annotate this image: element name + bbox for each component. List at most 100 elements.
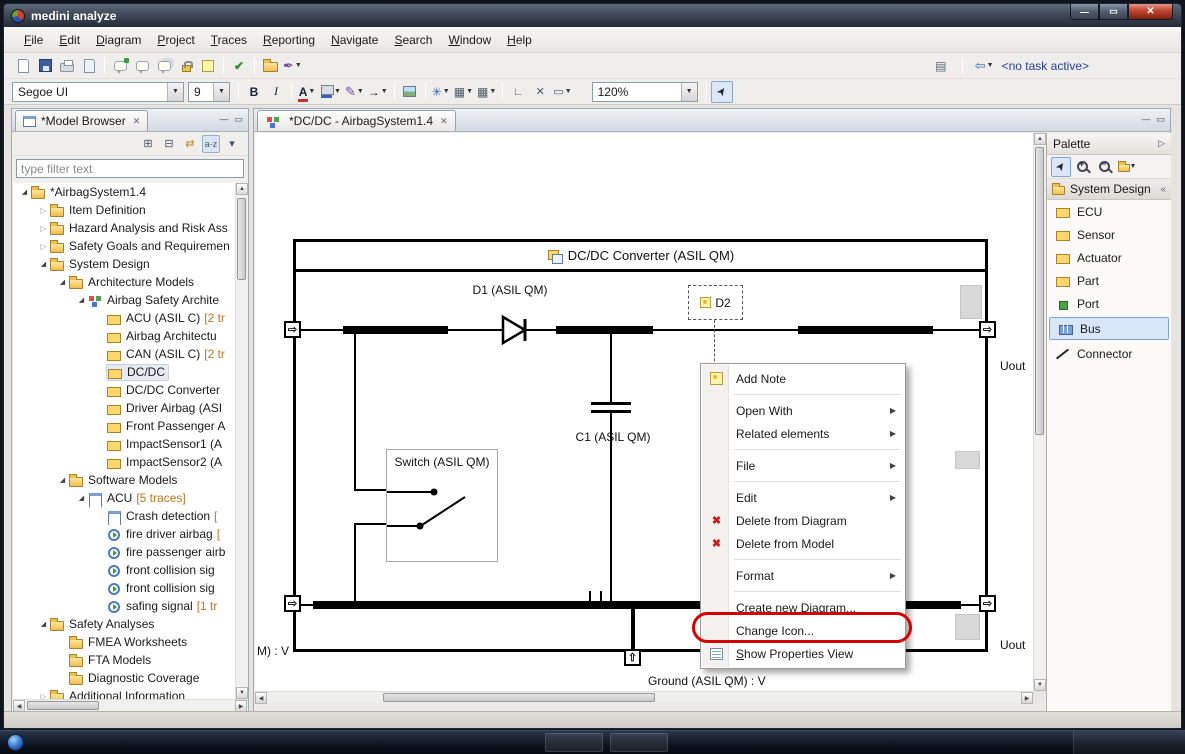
snap-button[interactable]: ▦▼ <box>452 81 475 103</box>
expand-icon[interactable]: ◢ <box>57 476 68 484</box>
tree-item-system-design[interactable]: ◢System Design <box>13 255 235 273</box>
maximize-button[interactable]: ▭ <box>1099 4 1128 20</box>
scroll-right-button[interactable]: ▶ <box>1021 692 1033 704</box>
diagram-canvas[interactable]: DC/DC Converter (ASIL QM) D1 (ASIL QM) D… <box>255 133 1033 691</box>
menu-help[interactable]: Help <box>499 29 540 51</box>
menu-item-related-elements[interactable]: Related elements ▶ <box>702 422 904 445</box>
dropdown-arrow-icon[interactable]: ▼ <box>308 88 315 95</box>
sort-button[interactable]: a-z <box>202 135 220 153</box>
font-color-button[interactable]: A▼ <box>296 81 318 103</box>
more-tools-dropdown[interactable]: ▼ <box>1117 157 1137 177</box>
palette-item-port[interactable]: Port <box>1047 292 1171 315</box>
minimize-view-button[interactable]: — <box>219 114 228 125</box>
tree-item-additional-information[interactable]: ▷Additional Information <box>13 687 235 699</box>
menu-diagram[interactable]: Diagram <box>88 29 149 51</box>
flyout-arrow-icon[interactable]: ▷ <box>1158 138 1165 149</box>
canvas-vertical-scrollbar[interactable]: ▲ ▼ <box>1033 133 1045 691</box>
italic-button[interactable]: I <box>265 81 287 103</box>
print-button[interactable] <box>56 55 78 77</box>
tree-item-impactsensor1[interactable]: ImpactSensor1 (A <box>13 435 235 453</box>
scroll-thumb[interactable] <box>237 198 246 280</box>
menu-item-edit[interactable]: Edit ▶ <box>702 486 904 509</box>
menu-file[interactable]: File <box>16 29 51 51</box>
tree-item-safing-signal[interactable]: safing signal[1 tr <box>13 597 235 615</box>
tree-item-fmea-worksheets[interactable]: FMEA Worksheets <box>13 633 235 651</box>
output-port-bottom[interactable]: ⇨ <box>979 595 996 612</box>
tree-item-front-passenger[interactable]: Front Passenger A <box>13 417 235 435</box>
scroll-down-button[interactable]: ▼ <box>1034 679 1046 691</box>
comment-button[interactable] <box>131 55 153 77</box>
link-with-editor-button[interactable]: ⇄ <box>181 135 199 153</box>
dropdown-arrow-icon[interactable]: ▼ <box>987 62 994 69</box>
menu-item-file[interactable]: File ▶ <box>702 454 904 477</box>
zoom-in-tool[interactable]: + <box>1073 157 1093 177</box>
route-corner-button[interactable]: ∟ <box>507 81 529 103</box>
select-tool[interactable]: ➤ <box>1051 157 1071 177</box>
task-repository-button[interactable]: ▤ <box>930 55 952 77</box>
menu-item-delete-from-diagram[interactable]: ✖ Delete from Diagram <box>702 509 904 532</box>
expand-icon[interactable]: ◢ <box>76 494 87 502</box>
font-family-combo[interactable]: Segoe UI ▼ <box>12 82 184 102</box>
zoom-combo[interactable]: 120% ▼ <box>592 82 698 102</box>
tree-item-airbag-architecture[interactable]: Airbag Architectu <box>13 327 235 345</box>
tree-horizontal-scrollbar[interactable]: ◀ ▶ <box>13 699 247 711</box>
scroll-thumb[interactable] <box>1035 147 1044 435</box>
zoom-out-tool[interactable]: − <box>1095 157 1115 177</box>
collapse-icon[interactable]: ▷ <box>38 242 49 251</box>
tree-item-can[interactable]: CAN (ASIL C)[2 tr <box>13 345 235 363</box>
open-button[interactable] <box>259 55 281 77</box>
diode-d1[interactable] <box>495 313 537 347</box>
section-pin-icon[interactable]: « <box>1160 184 1166 195</box>
bus-bar[interactable] <box>798 326 933 334</box>
scroll-left-button[interactable]: ◀ <box>255 692 267 704</box>
menu-window[interactable]: Window <box>440 29 499 51</box>
grid-button[interactable]: ▦▼ <box>475 81 498 103</box>
tree-item-diagnostic-coverage[interactable]: Diagnostic Coverage <box>13 669 235 687</box>
scroll-up-button[interactable]: ▲ <box>236 183 248 195</box>
menu-item-show-properties-view[interactable]: Show Properties View <box>702 642 904 665</box>
dropdown-arrow-icon[interactable]: ▼ <box>1130 163 1137 170</box>
dc-converter-header[interactable]: DC/DC Converter (ASIL QM) <box>293 239 988 272</box>
compartment-button[interactable]: ▭▼ <box>551 81 573 103</box>
route-cross-button[interactable]: ✕ <box>529 81 551 103</box>
dropdown-arrow-icon[interactable]: ▼ <box>295 62 302 69</box>
scroll-thumb[interactable] <box>383 693 655 702</box>
tree-item-dcdc-converter[interactable]: DC/DC Converter <box>13 381 235 399</box>
palette-item-part[interactable]: Part <box>1047 269 1171 292</box>
tree-item-front-collision-signal-1[interactable]: front collision sig <box>13 561 235 579</box>
expand-all-button[interactable]: ⊞ <box>139 135 157 153</box>
maximize-view-button[interactable]: ▭ <box>1156 114 1165 125</box>
d2-component[interactable]: D2 <box>688 285 743 320</box>
expand-icon[interactable]: ◢ <box>38 620 49 628</box>
dropdown-arrow-icon[interactable]: ▼ <box>466 88 473 95</box>
ground-port[interactable]: ⇧ <box>624 649 641 666</box>
tree-item-fire-passenger-airbag[interactable]: fire passenger airb <box>13 543 235 561</box>
menu-navigate[interactable]: Navigate <box>323 29 386 51</box>
dropdown-arrow-icon[interactable]: ▼ <box>334 88 341 95</box>
collapse-icon[interactable]: ▷ <box>38 224 49 233</box>
configure-button[interactable]: ✒▼ <box>281 55 304 77</box>
input-port-top[interactable]: ⇨ <box>284 321 301 338</box>
canvas-horizontal-scrollbar[interactable]: ◀ ▶ <box>255 691 1033 703</box>
notes-button[interactable] <box>197 55 219 77</box>
tree-item-fta-models[interactable]: FTA Models <box>13 651 235 669</box>
minimize-button[interactable]: — <box>1070 4 1099 20</box>
comments-button[interactable] <box>153 55 175 77</box>
menu-item-change-icon[interactable]: Change Icon... <box>702 619 904 642</box>
palette-section-header[interactable]: System Design « <box>1047 179 1171 200</box>
add-comment-button[interactable] <box>109 55 131 77</box>
tree-item-dcdc[interactable]: DC/DC <box>13 363 235 381</box>
arrow-style-button[interactable]: →▼ <box>366 81 390 103</box>
tree-item-impactsensor2[interactable]: ImpactSensor2 (A <box>13 453 235 471</box>
tree-item-driver-airbag[interactable]: Driver Airbag (ASI <box>13 399 235 417</box>
tree-item-acu-asil-c[interactable]: ACU (ASIL C)[2 tr <box>13 309 235 327</box>
switch-component[interactable]: Switch (ASIL QM) <box>386 449 498 562</box>
tree-item-fire-driver-airbag[interactable]: fire driver airbag[ <box>13 525 235 543</box>
fill-color-button[interactable]: ▼ <box>318 81 343 103</box>
dropdown-arrow-icon[interactable]: ▼ <box>443 88 450 95</box>
palette-item-ecu[interactable]: ECU <box>1047 200 1171 223</box>
dropdown-arrow-icon[interactable]: ▼ <box>489 88 496 95</box>
dropdown-arrow-icon[interactable]: ▼ <box>381 88 388 95</box>
combo-arrow-icon[interactable]: ▼ <box>167 83 183 101</box>
menu-edit[interactable]: Edit <box>51 29 88 51</box>
